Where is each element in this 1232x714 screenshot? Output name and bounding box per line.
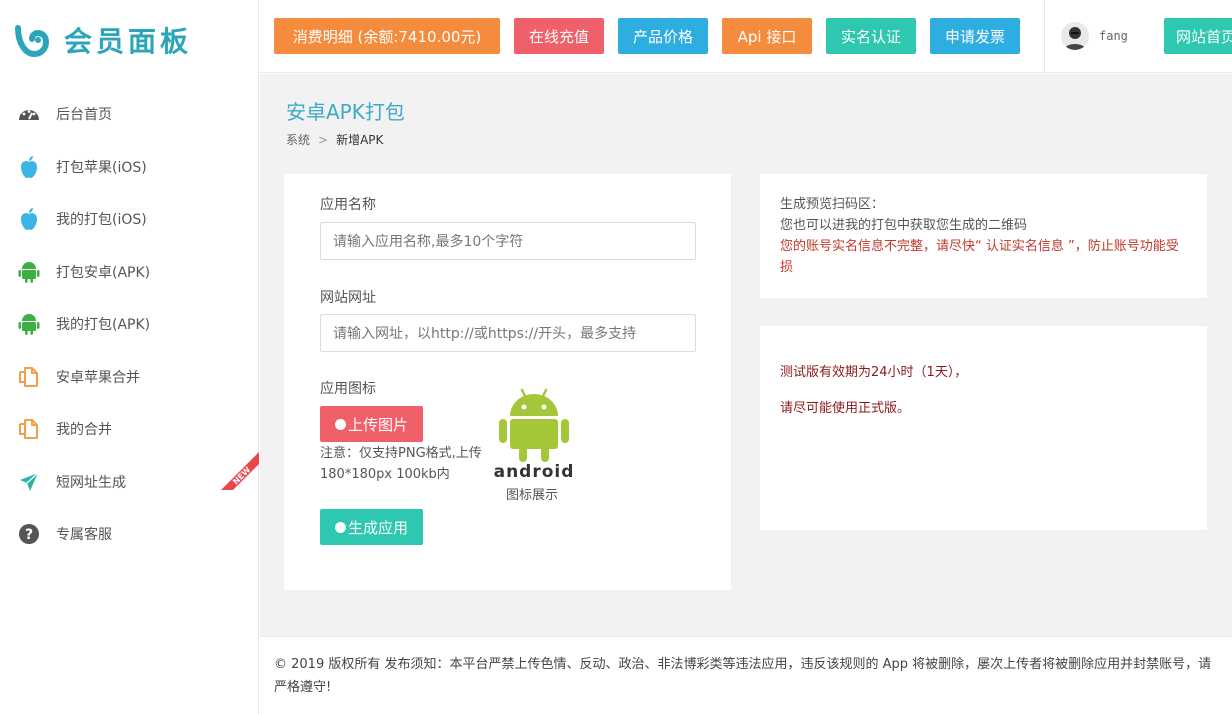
android-icon <box>16 311 42 337</box>
sidebar-item-apk-pack[interactable]: 打包安卓(APK) <box>0 246 259 299</box>
balance-detail-button[interactable]: 消费明细 (余额:7410.00元) <box>274 18 500 54</box>
sidebar-item-my-merge[interactable]: 我的合并 <box>0 403 259 456</box>
sidebar-item-label: 短网址生成 <box>56 474 126 491</box>
help-icon: ? <box>16 521 42 547</box>
topbar: 消费明细 (余额:7410.00元) 在线充值 产品价格 Api 接口 实名认证… <box>260 0 1232 73</box>
upload-note: 注意：仅支持PNG格式,上传180*180px 100kb内 <box>320 446 482 482</box>
sidebar-item-short-url[interactable]: 短网址生成 NEW <box>0 451 259 509</box>
recharge-button[interactable]: 在线充值 <box>514 18 604 54</box>
username[interactable]: fang <box>1099 29 1128 43</box>
upload-button-label: 上传图片 <box>347 415 408 434</box>
dashboard-icon <box>16 101 42 127</box>
generate-button-label: 生成应用 <box>347 518 408 537</box>
breadcrumb: 系统 > 新增APK <box>286 131 383 148</box>
logo-icon <box>15 25 50 58</box>
sidebar-item-label: 我的打包(APK) <box>56 317 151 334</box>
page-title: 安卓APK打包 <box>286 100 405 124</box>
url-label: 网站网址 <box>320 290 376 306</box>
logo-text: 会员面板 <box>64 25 193 58</box>
sidebar-item-support[interactable]: ? 专属客服 <box>0 508 259 561</box>
breadcrumb-root[interactable]: 系统 <box>286 131 310 148</box>
trial-advice: 请尽可能使用正式版。 <box>780 401 911 416</box>
qr-hint: 您也可以进我的打包中获取您生成的二维码 <box>780 218 1028 233</box>
footer: © 2019 版权所有 发布须知：本平台严禁上传色情、反动、政治、非法博彩类等违… <box>260 636 1232 714</box>
sidebar-item-label: 专属客服 <box>56 527 112 544</box>
sidebar-item-ios-pack[interactable]: 打包苹果(iOS) <box>0 141 259 194</box>
svg-text:?: ? <box>25 527 33 543</box>
qr-preview-panel: 生成预览扫码区： 您也可以进我的打包中获取您生成的二维码 您的账号实名信息不完整… <box>760 174 1207 298</box>
icon-caption: 图标展示 <box>506 488 559 503</box>
new-badge: NEW <box>221 451 259 490</box>
logo[interactable]: 会员面板 <box>12 20 192 60</box>
homepage-button[interactable]: 网站首页 <box>1164 18 1232 54</box>
apk-form: 应用名称 请输入应用名称,最多10个字符 网站网址 请输入网址，以http://… <box>284 174 731 590</box>
verification-warning[interactable]: 您的账号实名信息不完整，请尽快“ 认证实名信息 ”，防止账号功能受损 <box>780 236 1187 278</box>
invoice-button[interactable]: 申请发票 <box>930 18 1020 54</box>
copy-icon <box>16 364 42 390</box>
topbar-divider <box>1044 0 1045 73</box>
sidebar: 会员面板 后台首页 打包苹果(iOS) 我的打包(iOS) 打包安卓(APK) <box>0 0 259 714</box>
sidebar-item-label: 打包安卓(APK) <box>56 264 151 281</box>
sidebar-item-label: 后台首页 <box>56 107 112 124</box>
sidebar-item-dashboard[interactable]: 后台首页 <box>0 88 259 141</box>
trial-info-panel: 测试版有效期为24小时（1天）， 请尽可能使用正式版。 <box>760 326 1207 530</box>
sidebar-item-my-ios[interactable]: 我的打包(iOS) <box>0 193 259 246</box>
sidebar-item-label: 安卓苹果合并 <box>56 369 140 386</box>
footer-notice: © 2019 版权所有 发布须知：本平台严禁上传色情、反动、政治、非法博彩类等违… <box>274 657 1212 695</box>
generate-app-button[interactable]: 生成应用 <box>320 509 423 545</box>
sidebar-item-my-apk[interactable]: 我的打包(APK) <box>0 298 259 351</box>
sidebar-item-label: 我的合并 <box>56 422 112 439</box>
app-name-label: 应用名称 <box>320 197 376 213</box>
qr-title: 生成预览扫码区： <box>780 197 885 212</box>
main-content: 安卓APK打包 系统 > 新增APK 应用名称 请输入应用名称,最多10个字符 … <box>260 74 1232 636</box>
trial-validity: 测试版有效期为24小时（1天）， <box>780 365 968 380</box>
apple-icon <box>16 154 42 180</box>
upload-icon <box>334 418 346 430</box>
apple-icon <box>16 206 42 232</box>
breadcrumb-current: 新增APK <box>336 133 384 147</box>
verification-button[interactable]: 实名认证 <box>826 18 916 54</box>
android-wordmark: android <box>494 462 575 478</box>
chevron-right-icon: > <box>318 132 329 147</box>
sidebar-item-merge[interactable]: 安卓苹果合并 <box>0 351 259 404</box>
plane-icon <box>16 469 42 495</box>
app-name-input[interactable]: 请输入应用名称,最多10个字符 <box>320 222 696 260</box>
url-input[interactable]: 请输入网址，以http://或https://开头，最多支持 <box>320 314 696 352</box>
icon-preview: android <box>486 386 582 482</box>
avatar[interactable] <box>1061 22 1089 50</box>
api-button[interactable]: Api 接口 <box>722 18 812 54</box>
copy-icon <box>16 416 42 442</box>
sidebar-nav: 后台首页 打包苹果(iOS) 我的打包(iOS) 打包安卓(APK) 我的打包(… <box>0 88 259 561</box>
pricing-button[interactable]: 产品价格 <box>618 18 708 54</box>
icon-label: 应用图标 <box>320 381 376 397</box>
generate-icon <box>334 521 346 533</box>
sidebar-item-label: 打包苹果(iOS) <box>56 159 147 176</box>
sidebar-item-label: 我的打包(iOS) <box>56 212 147 229</box>
android-icon <box>16 259 42 285</box>
android-logo-icon: android <box>494 388 575 482</box>
upload-image-button[interactable]: 上传图片 <box>320 406 423 442</box>
